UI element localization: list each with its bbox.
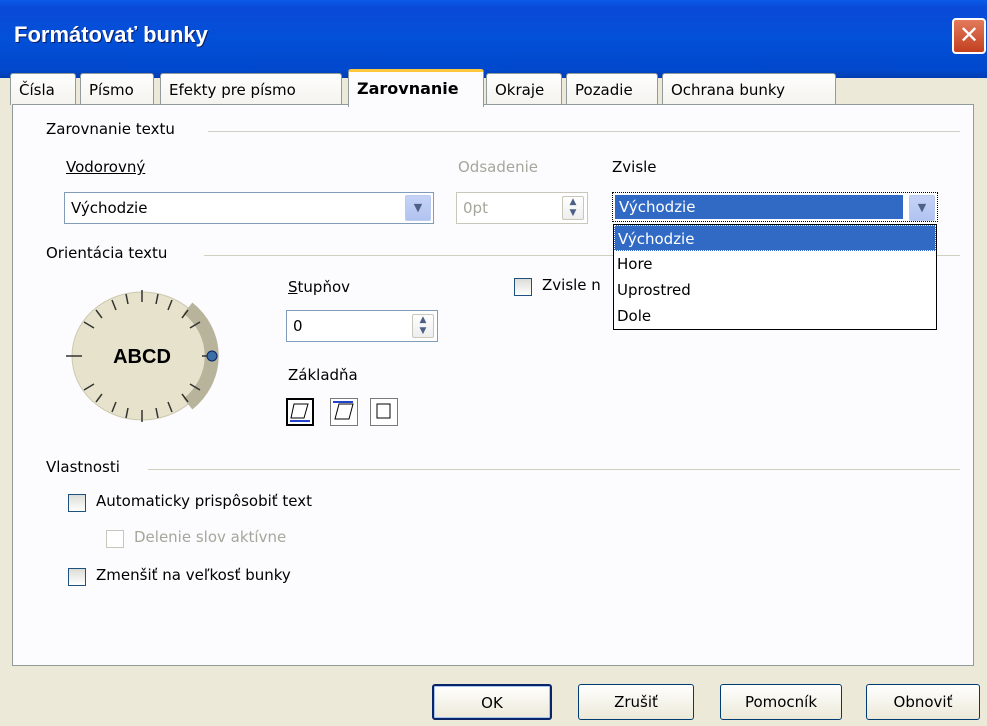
indent-spinner: 0pt ▲ ▼ xyxy=(456,192,588,224)
tab-pozadie[interactable]: Pozadie xyxy=(566,73,658,105)
help-button[interactable]: Pomocník xyxy=(720,684,842,720)
tab-cisla[interactable]: Čísla xyxy=(10,73,76,105)
dial-text: ABCD xyxy=(113,346,171,368)
baseline-bottom-button[interactable] xyxy=(286,398,314,426)
auto-wrap-checkbox[interactable] xyxy=(68,494,86,512)
baseline-top-button[interactable] xyxy=(330,398,358,426)
tab-ochrana[interactable]: Ochrana bunky xyxy=(662,73,836,105)
tab-okraje[interactable]: Okraje xyxy=(486,73,562,105)
vertical-stacked-checkbox[interactable] xyxy=(514,278,532,296)
hyphenation-checkbox xyxy=(106,530,124,548)
tab-efekty[interactable]: Efekty pre písmo xyxy=(160,73,342,105)
group-text-alignment: Zarovnanie textu xyxy=(46,120,175,138)
orientation-dial[interactable]: ABCD xyxy=(56,284,226,424)
vertical-value: Východzie xyxy=(615,195,903,219)
shrink-label: Zmenšiť na veľkosť bunky xyxy=(96,566,291,584)
vertical-combo[interactable]: Východzie ▼ xyxy=(612,192,938,222)
window-title: Formátovať bunky xyxy=(14,22,208,47)
chevron-down-icon[interactable]: ▼ xyxy=(405,195,431,221)
baseline-inside-button[interactable] xyxy=(370,398,398,426)
indent-value: 0pt xyxy=(463,199,488,217)
horizontal-label: Vodorovný xyxy=(66,158,146,176)
indent-label: Odsadenie xyxy=(458,158,538,176)
tab-zarovnanie[interactable]: Zarovnanie xyxy=(348,69,484,107)
auto-wrap-label: Automaticky prispôsobiť text xyxy=(96,492,313,510)
shrink-checkbox[interactable] xyxy=(68,568,86,586)
reset-button[interactable]: Obnoviť xyxy=(866,684,980,720)
spin-icon[interactable]: ▲ ▼ xyxy=(412,314,434,338)
spin-icon: ▲ ▼ xyxy=(562,196,584,220)
tab-pismo[interactable]: Písmo xyxy=(80,73,154,105)
degrees-value: 0 xyxy=(293,317,303,335)
format-cells-dialog: Formátovať bunky ✕ Čísla Písmo Efekty pr… xyxy=(0,0,987,726)
horizontal-combo[interactable]: Východzie ▼ xyxy=(64,192,434,224)
horizontal-value: Východzie xyxy=(71,199,148,217)
list-item[interactable]: Východzie xyxy=(614,225,936,251)
baseline-top-icon xyxy=(333,401,354,420)
title-bar[interactable]: Formátovať bunky ✕ xyxy=(0,0,987,78)
divider xyxy=(208,131,960,132)
baseline-inside-icon xyxy=(376,403,391,419)
baseline-bottom-icon xyxy=(290,403,310,422)
vertical-dropdown-list[interactable]: Východzie Hore Uprostred Dole xyxy=(613,224,937,330)
close-icon: ✕ xyxy=(958,21,980,49)
close-button[interactable]: ✕ xyxy=(952,18,986,54)
vertical-stacked-label: Zvisle n xyxy=(542,276,601,294)
chevron-down-icon[interactable]: ▼ xyxy=(909,195,935,221)
hyphenation-label: Delenie slov aktívne xyxy=(134,528,287,546)
group-properties: Vlastnosti xyxy=(46,458,120,476)
degrees-label: Stupňov xyxy=(288,278,351,296)
vertical-label: Zvisle xyxy=(612,158,657,176)
group-text-orientation: Orientácia textu xyxy=(46,244,168,262)
degrees-spinner[interactable]: 0 ▲ ▼ xyxy=(286,310,438,342)
ok-button[interactable]: OK xyxy=(432,684,552,720)
list-item[interactable]: Uprostred xyxy=(614,277,936,303)
baseline-label: Základňa xyxy=(288,366,358,384)
divider xyxy=(148,469,960,470)
list-item[interactable]: Hore xyxy=(614,251,936,277)
list-item[interactable]: Dole xyxy=(614,303,936,329)
cancel-button[interactable]: Zrušiť xyxy=(578,684,694,720)
